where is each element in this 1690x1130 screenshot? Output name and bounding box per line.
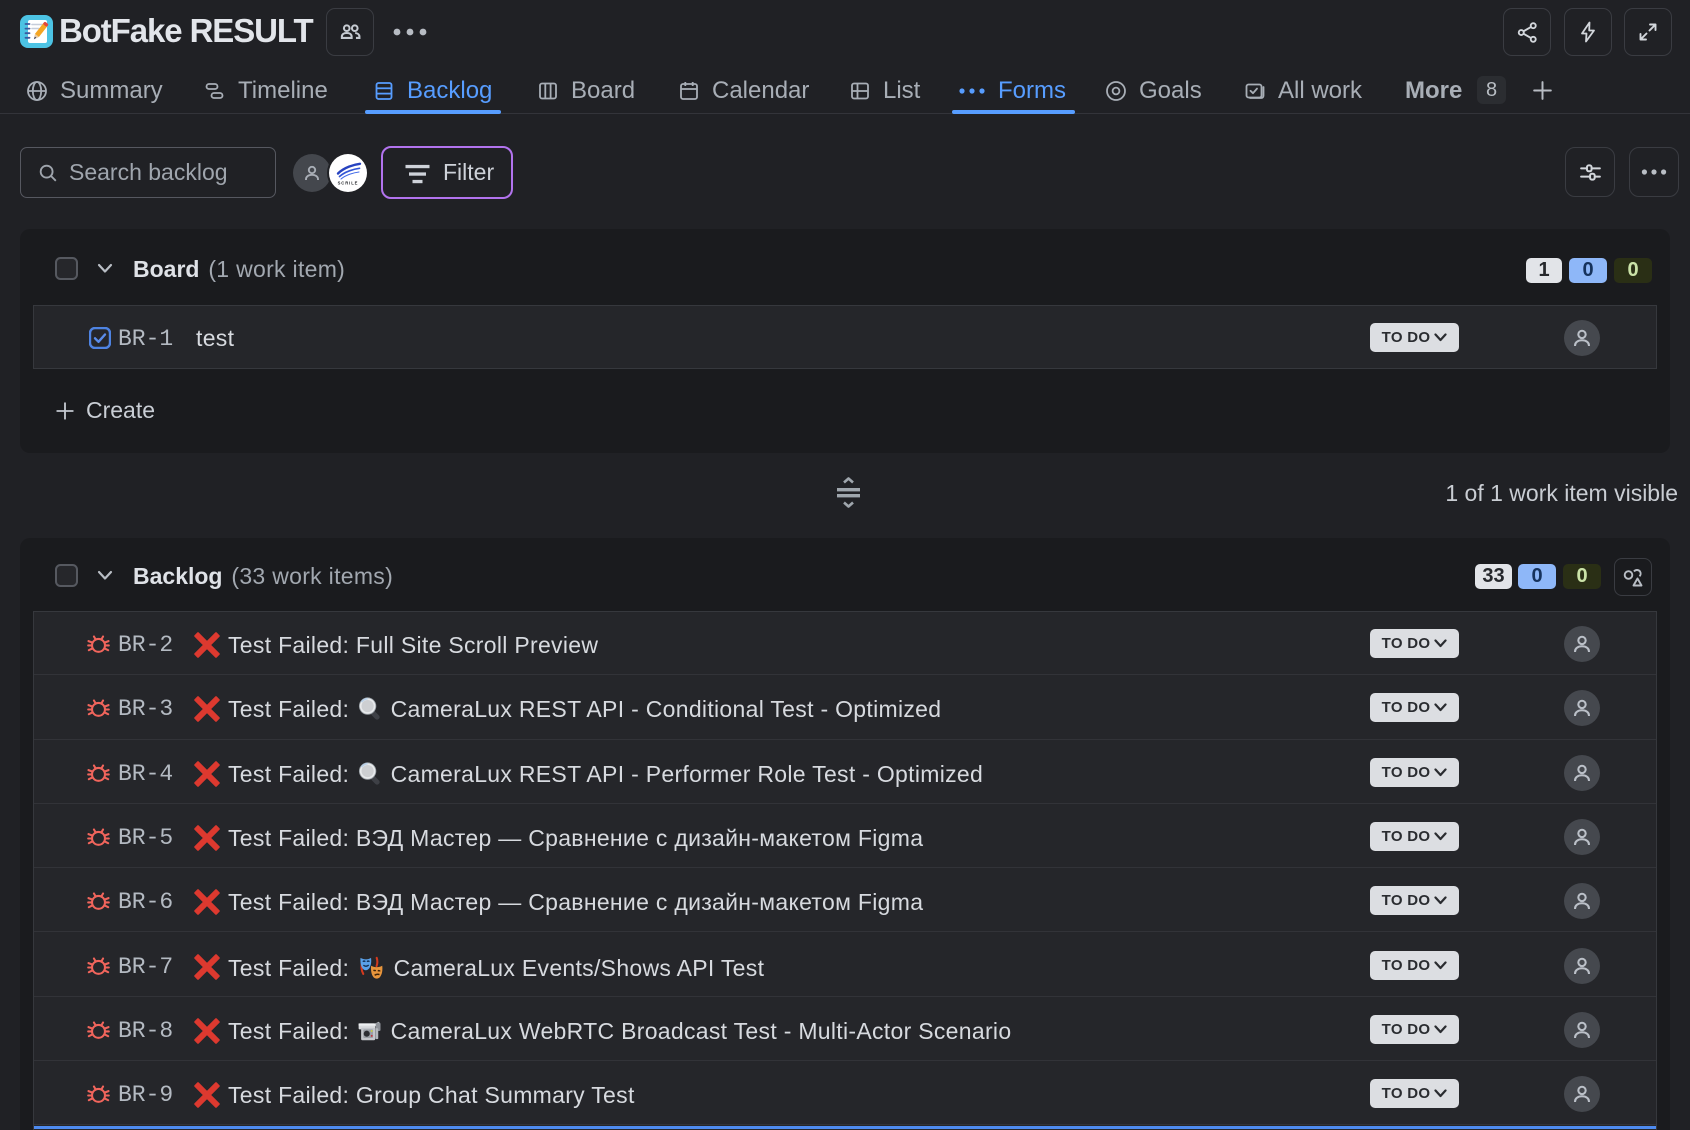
svg-text:SCRILE: SCRILE	[338, 181, 359, 186]
